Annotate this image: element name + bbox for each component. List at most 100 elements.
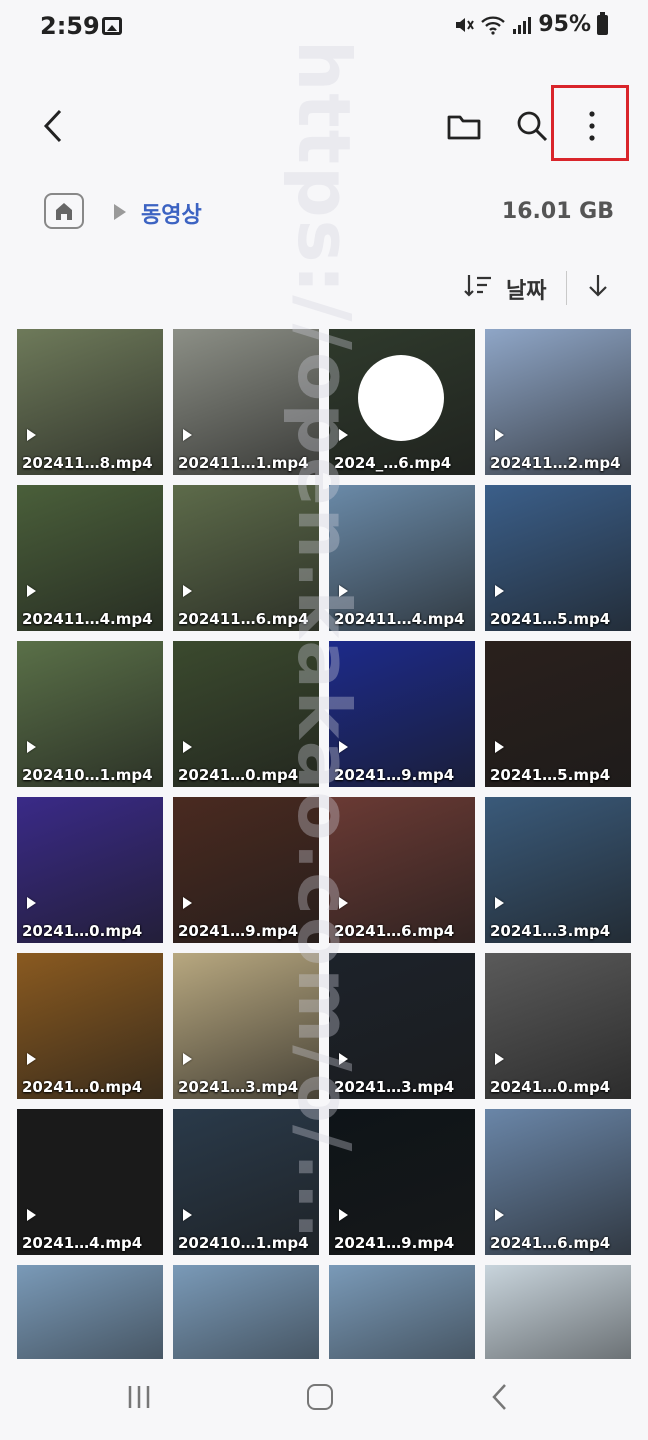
video-thumbnail[interactable]: 202411…1.mp4 bbox=[173, 329, 319, 475]
play-icon bbox=[495, 897, 504, 909]
video-thumbnail[interactable]: 202411…4.mp4 bbox=[17, 485, 163, 631]
video-filename: 20241…9.mp4 bbox=[178, 922, 299, 940]
play-icon bbox=[495, 1209, 504, 1221]
breadcrumb-current-folder[interactable]: 동영상 bbox=[141, 197, 202, 229]
sort-bar: 날짜 bbox=[0, 265, 648, 311]
video-thumbnail[interactable]: 202411…8.mp4 bbox=[17, 329, 163, 475]
thumbnail-image bbox=[17, 1265, 163, 1359]
video-filename: 20241…9.mp4 bbox=[334, 766, 455, 784]
sort-icon[interactable] bbox=[463, 273, 493, 299]
video-filename: 202410…1.mp4 bbox=[22, 766, 153, 784]
video-filename: 20241…6.mp4 bbox=[490, 1234, 611, 1252]
recents-icon[interactable] bbox=[126, 1384, 152, 1410]
play-icon bbox=[183, 741, 192, 753]
play-icon bbox=[183, 429, 192, 441]
status-time: 2:59 bbox=[40, 12, 100, 40]
video-filename: 20241…0.mp4 bbox=[22, 922, 143, 940]
video-thumbnail[interactable]: 20241…9.mp4 bbox=[173, 797, 319, 943]
video-filename: 20241…0.mp4 bbox=[22, 1078, 143, 1096]
video-thumbnail[interactable]: 20241…5.mp4 bbox=[485, 485, 631, 631]
video-thumbnail[interactable]: 20241…0.mp4 bbox=[173, 641, 319, 787]
status-bar: 2:59 95% bbox=[0, 0, 648, 56]
play-icon bbox=[339, 585, 348, 597]
video-thumbnail[interactable]: 202411…6.mp4 bbox=[173, 485, 319, 631]
gallery-notification-icon bbox=[102, 17, 122, 35]
video-thumbnail[interactable]: 20241…6.mp4 bbox=[485, 1109, 631, 1255]
play-icon bbox=[183, 897, 192, 909]
storage-size: 16.01 GB bbox=[501, 199, 614, 224]
thumbnail-image bbox=[173, 1265, 319, 1359]
video-filename: 202411…1.mp4 bbox=[178, 454, 309, 472]
video-thumbnail[interactable] bbox=[329, 1265, 475, 1359]
play-icon bbox=[339, 741, 348, 753]
video-filename: 20241…9.mp4 bbox=[334, 1234, 455, 1252]
play-icon bbox=[339, 429, 348, 441]
signal-icon bbox=[513, 16, 532, 34]
play-icon bbox=[27, 1209, 36, 1221]
status-icons: 95% bbox=[454, 11, 608, 37]
play-icon bbox=[339, 1053, 348, 1065]
breadcrumb: 동영상 16.01 GB bbox=[0, 190, 648, 236]
breadcrumb-arrow-icon bbox=[114, 204, 126, 220]
video-thumbnail[interactable]: 202411…2.mp4 bbox=[485, 329, 631, 475]
video-thumbnail[interactable]: 20241…3.mp4 bbox=[485, 797, 631, 943]
video-thumbnail[interactable] bbox=[173, 1265, 319, 1359]
video-thumbnail[interactable]: 20241…0.mp4 bbox=[17, 797, 163, 943]
video-thumbnail[interactable]: 20241…5.mp4 bbox=[485, 641, 631, 787]
play-icon bbox=[183, 585, 192, 597]
play-icon bbox=[495, 429, 504, 441]
video-thumbnail[interactable]: 202410…1.mp4 bbox=[173, 1109, 319, 1255]
video-thumbnail[interactable] bbox=[17, 1265, 163, 1359]
back-button[interactable] bbox=[22, 90, 86, 162]
video-filename: 202411…4.mp4 bbox=[22, 610, 153, 628]
video-filename: 20241…6.mp4 bbox=[334, 922, 455, 940]
video-thumbnail[interactable]: 20241…0.mp4 bbox=[17, 953, 163, 1099]
play-icon bbox=[495, 741, 504, 753]
video-thumbnail[interactable]: 20241…3.mp4 bbox=[329, 953, 475, 1099]
video-thumbnail[interactable] bbox=[485, 1265, 631, 1359]
video-thumbnail[interactable]: 20241…9.mp4 bbox=[329, 641, 475, 787]
video-filename: 20241…0.mp4 bbox=[178, 766, 299, 784]
play-icon bbox=[27, 585, 36, 597]
sort-by-label[interactable]: 날짜 bbox=[506, 273, 546, 305]
thumbnail-image bbox=[485, 1265, 631, 1359]
play-icon bbox=[183, 1053, 192, 1065]
search-icon bbox=[517, 111, 548, 142]
video-filename: 20241…3.mp4 bbox=[178, 1078, 299, 1096]
folder-button[interactable] bbox=[432, 90, 496, 162]
sort-direction-icon[interactable] bbox=[585, 271, 611, 301]
video-filename: 20241…0.mp4 bbox=[490, 1078, 611, 1096]
play-icon bbox=[27, 1053, 36, 1065]
play-icon bbox=[495, 1053, 504, 1065]
sort-divider bbox=[566, 271, 567, 305]
play-icon bbox=[495, 585, 504, 597]
home-folder-button[interactable] bbox=[44, 193, 84, 229]
system-navigation-bar bbox=[0, 1362, 648, 1440]
highlight-box bbox=[551, 85, 629, 161]
video-filename: 20241…5.mp4 bbox=[490, 610, 611, 628]
video-filename: 20241…3.mp4 bbox=[334, 1078, 455, 1096]
mute-icon bbox=[456, 17, 475, 32]
home-icon bbox=[56, 203, 72, 220]
video-filename: 202411…2.mp4 bbox=[490, 454, 621, 472]
video-thumbnail[interactable]: 202410…1.mp4 bbox=[17, 641, 163, 787]
back-nav-icon[interactable] bbox=[490, 1382, 510, 1412]
play-icon bbox=[183, 1209, 192, 1221]
video-thumbnail[interactable]: 20241…0.mp4 bbox=[485, 953, 631, 1099]
wifi-icon bbox=[481, 15, 506, 35]
play-icon bbox=[339, 897, 348, 909]
video-filename: 202411…4.mp4 bbox=[334, 610, 465, 628]
chevron-left-icon bbox=[43, 109, 62, 143]
battery-percentage: 95% bbox=[538, 12, 591, 37]
video-grid: 202411…8.mp4 202411…1.mp4 2024_…6.mp4 20241… bbox=[17, 329, 631, 1359]
video-thumbnail[interactable]: 20241…3.mp4 bbox=[173, 953, 319, 1099]
video-thumbnail[interactable]: 202411…4.mp4 bbox=[329, 485, 475, 631]
play-icon bbox=[27, 897, 36, 909]
video-thumbnail[interactable]: 20241…4.mp4 bbox=[17, 1109, 163, 1255]
video-thumbnail[interactable]: 20241…9.mp4 bbox=[329, 1109, 475, 1255]
thumbnail-image bbox=[329, 1265, 475, 1359]
home-nav-icon[interactable] bbox=[307, 1384, 333, 1410]
video-thumbnail[interactable]: 20241…6.mp4 bbox=[329, 797, 475, 943]
video-filename: 2024_…6.mp4 bbox=[334, 454, 452, 472]
folder-icon bbox=[447, 115, 481, 140]
